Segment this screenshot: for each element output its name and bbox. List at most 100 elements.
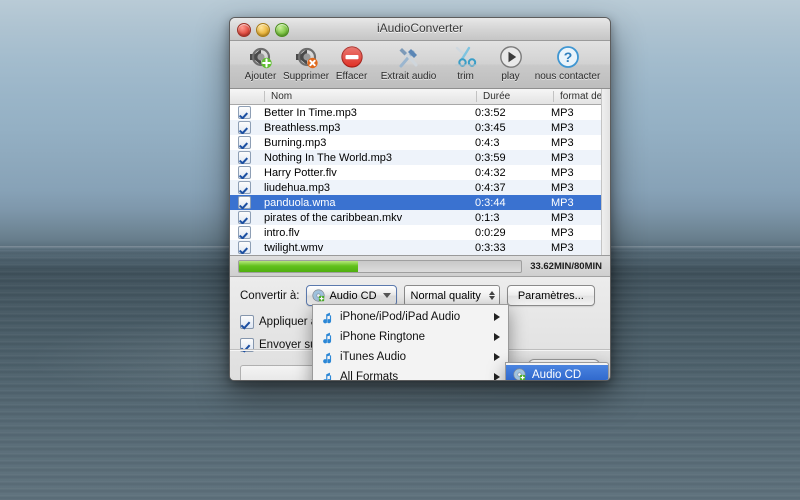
row-checkbox-cell[interactable] (230, 121, 258, 134)
file-list-rows[interactable]: Better In Time.mp3 0:3:52 MP3 Breathless.mp… (230, 105, 610, 255)
settings-button[interactable]: Paramètres... (506, 285, 595, 306)
music-note-icon (323, 312, 332, 323)
table-row[interactable]: liudehua.mp3 0:4:37 MP3 (230, 180, 610, 195)
toolbar-button-nous-contacter[interactable]: ? nous contacter (533, 43, 602, 82)
row-checkbox[interactable] (237, 226, 251, 239)
chevron-down-icon (382, 293, 391, 298)
row-checkbox-cell[interactable] (230, 181, 258, 194)
table-row[interactable]: twilight.wmv 0:3:33 MP3 (230, 240, 610, 255)
menu-item[interactable]: iPhone Ringtone (313, 327, 508, 347)
row-checkbox-cell[interactable] (230, 136, 258, 149)
chevron-right-icon (494, 373, 500, 380)
row-checkbox-cell[interactable] (230, 241, 258, 254)
table-row[interactable]: intro.flv 0:0:29 MP3 (230, 225, 610, 240)
window-title: iAudioConverter (376, 21, 464, 35)
row-checkbox[interactable] (237, 121, 251, 134)
row-duration: 0:3:44 (475, 196, 506, 209)
toolbar-button-extrait-audio[interactable]: Extrait audio (374, 43, 443, 82)
chevron-down-icon[interactable] (488, 296, 495, 300)
table-row[interactable]: Harry Potter.flv 0:4:32 MP3 (230, 165, 610, 180)
toolbar-button-supprimer[interactable]: Supprimer (283, 43, 329, 82)
row-duration: 0:3:52 (475, 106, 506, 119)
row-checkbox[interactable] (237, 151, 251, 164)
table-row[interactable]: Better In Time.mp3 0:3:52 MP3 (230, 105, 610, 120)
chevron-right-icon (494, 313, 500, 321)
menu-item[interactable]: iPhone/iPod/iPad Audio (313, 307, 508, 327)
app-window: iAudioConverter Ajouter Supprimer Efface… (229, 17, 611, 381)
toolbar-button-play[interactable]: play (488, 43, 533, 82)
row-checkbox[interactable] (237, 136, 251, 149)
convert-to-label: Convertir à: (240, 289, 300, 302)
output-format-popup[interactable]: Audio CD (306, 285, 397, 306)
column-header-duration[interactable]: Durée (476, 91, 553, 102)
music-note-icon (323, 332, 332, 343)
quality-stepper[interactable]: Normal quality (403, 285, 500, 306)
submenu-item[interactable]: Audio CD (506, 365, 608, 380)
row-checkbox-cell[interactable] (230, 166, 258, 179)
remove-speaker-icon (293, 44, 319, 70)
add-speaker-icon (247, 44, 273, 70)
checkbox-apply-all[interactable] (240, 315, 254, 329)
bottom-panel: Convertir à: Audio CD Normal quality Par… (230, 277, 610, 380)
toolbar-label: Ajouter (244, 71, 277, 82)
row-name: liudehua.mp3 (264, 181, 331, 194)
table-row[interactable]: Nothing In The World.mp3 0:3:59 MP3 (230, 150, 610, 165)
row-checkbox-cell[interactable] (230, 196, 258, 209)
output-format-value: Audio CD (329, 289, 377, 302)
toolbar-button-ajouter[interactable]: Ajouter (238, 43, 283, 82)
column-header-check[interactable] (230, 91, 264, 102)
menu-item[interactable]: All Formats (313, 367, 508, 380)
toolbar-button-effacer[interactable]: Effacer (329, 43, 374, 82)
toolbar-label: play (501, 71, 520, 82)
stepper-arrows-icon[interactable] (488, 291, 495, 300)
menu-item-label: iPhone/iPod/iPad Audio (340, 311, 461, 323)
row-checkbox-cell[interactable] (230, 211, 258, 224)
desktop: iAudioConverter Ajouter Supprimer Efface… (0, 0, 800, 500)
row-checkbox[interactable] (237, 211, 251, 224)
output-format-menu[interactable]: iPhone/iPod/iPad Audio iPhone Ringtone iTu… (312, 304, 509, 380)
row-duration: 0:1:3 (475, 211, 500, 224)
capacity-progress-fill (239, 260, 358, 272)
trim-scissors-icon (453, 44, 479, 70)
table-row[interactable]: pirates of the caribbean.mkv 0:1:3 MP3 (230, 210, 610, 225)
row-checkbox-cell[interactable] (230, 151, 258, 164)
toolbar-label: nous contacter (534, 71, 601, 82)
chevron-up-icon[interactable] (488, 291, 495, 295)
row-checkbox[interactable] (237, 166, 251, 179)
column-header-name[interactable]: Nom (264, 91, 476, 102)
title-bar[interactable]: iAudioConverter (230, 18, 610, 41)
row-checkbox[interactable] (237, 241, 251, 254)
row-name: panduola.wma (264, 196, 336, 209)
capacity-bar-strip: 33.62MIN/80MIN (230, 256, 610, 277)
capacity-progress-bar (238, 259, 523, 273)
svg-text:?: ? (563, 49, 572, 65)
capacity-text: 33.62MIN/80MIN (530, 260, 602, 272)
menu-item-label: iPhone Ringtone (340, 331, 426, 343)
toolbar-label: Extrait audio (380, 71, 437, 82)
file-list-scrollbar[interactable] (601, 89, 610, 255)
row-checkbox-cell[interactable] (230, 106, 258, 119)
table-row[interactable]: Breathless.mp3 0:3:45 MP3 (230, 120, 610, 135)
quality-value: Normal quality (410, 289, 481, 302)
row-checkbox[interactable] (237, 181, 251, 194)
cd-disc-icon (312, 289, 326, 302)
table-row[interactable]: Burning.mp3 0:4:3 MP3 (230, 135, 610, 150)
row-checkbox[interactable] (237, 106, 251, 119)
clear-forbidden-icon (340, 44, 364, 70)
table-row[interactable]: panduola.wma 0:3:44 MP3 (230, 195, 610, 210)
toolbar-label: Effacer (335, 71, 368, 82)
row-name: Harry Potter.flv (264, 166, 337, 179)
menu-item-label: iTunes Audio (340, 351, 407, 363)
row-duration: 0:3:45 (475, 121, 506, 134)
toolbar-button-trim[interactable]: trim (443, 43, 488, 82)
burn-audio-cd-submenu[interactable]: Audio CDMP3 CD (505, 362, 609, 380)
menu-item[interactable]: iTunes Audio (313, 347, 508, 367)
convert-row: Convertir à: Audio CD Normal quality Par… (240, 285, 600, 306)
extract-audio-tools-icon (396, 44, 422, 70)
chevron-right-icon (494, 333, 500, 341)
row-name: twilight.wmv (264, 241, 324, 254)
row-duration: 0:4:3 (475, 136, 500, 149)
row-checkbox[interactable] (237, 196, 251, 209)
row-checkbox-cell[interactable] (230, 226, 258, 239)
music-note-icon (323, 352, 332, 363)
